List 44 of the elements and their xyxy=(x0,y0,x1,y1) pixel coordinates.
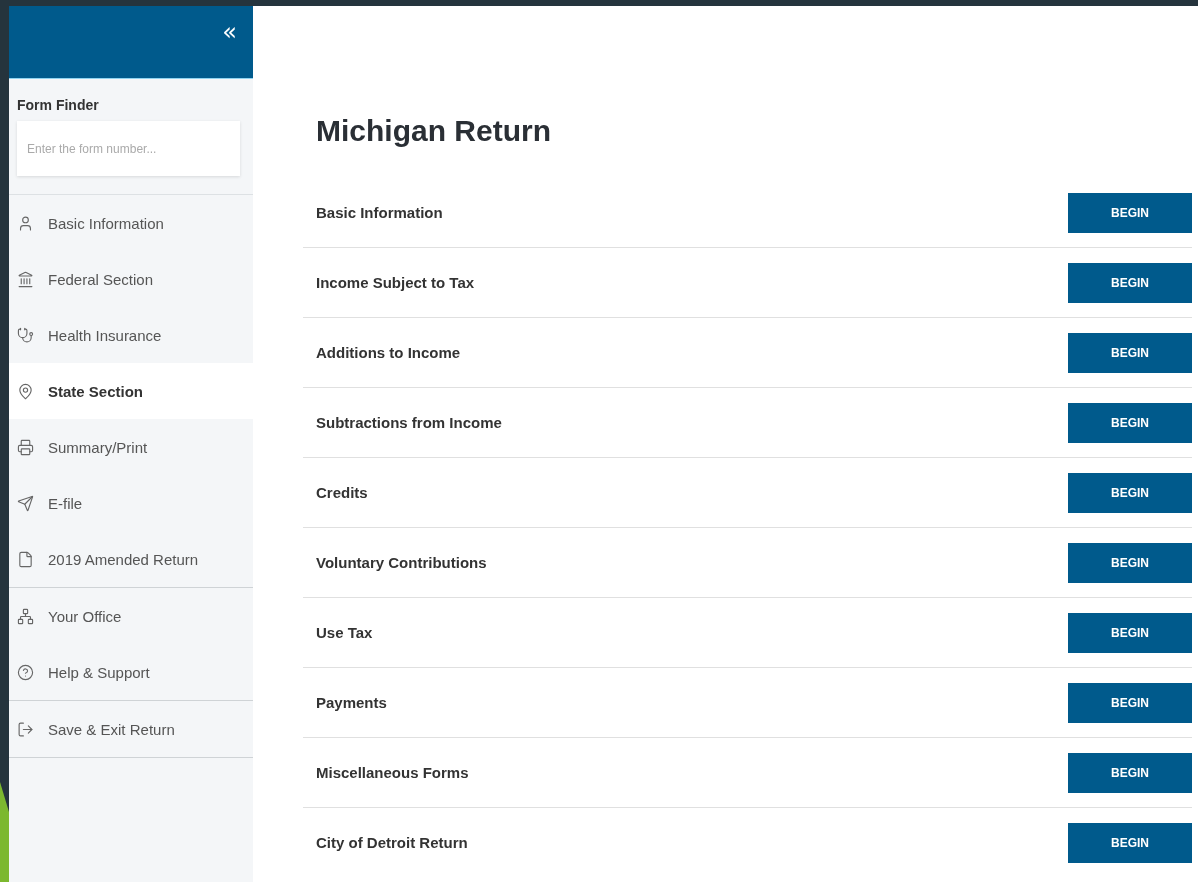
exit-icon xyxy=(17,720,34,738)
section-label: Subtractions from Income xyxy=(316,414,502,431)
section-label: Basic Information xyxy=(316,204,443,221)
paper-plane-icon xyxy=(17,494,34,512)
begin-button[interactable]: BEGIN xyxy=(1068,262,1192,303)
nav-item[interactable]: State Section xyxy=(9,363,253,419)
stethoscope-icon xyxy=(17,326,34,344)
nav-item[interactable]: Health Insurance xyxy=(9,307,253,363)
form-finder-label: Form Finder xyxy=(17,97,100,113)
begin-button[interactable]: BEGIN xyxy=(1068,752,1192,793)
document-icon xyxy=(17,550,34,568)
section-label: Income Subject to Tax xyxy=(316,274,475,291)
help-icon xyxy=(17,663,34,681)
section-label: Additions to Income xyxy=(316,344,461,361)
nav-item[interactable]: Save & Exit Return xyxy=(9,701,253,757)
begin-button[interactable]: BEGIN xyxy=(1068,402,1192,443)
section-label: Use Tax xyxy=(316,624,373,641)
begin-button[interactable]: BEGIN xyxy=(1068,192,1192,233)
begin-button[interactable]: BEGIN xyxy=(1068,332,1192,373)
section-label: Voluntary Contributions xyxy=(316,554,487,571)
printer-icon xyxy=(17,438,34,456)
bank-icon xyxy=(17,270,34,288)
begin-button[interactable]: BEGIN xyxy=(1068,612,1192,653)
nav-item[interactable]: E-file xyxy=(9,475,253,531)
form-search-field[interactable]: Enter the form number... xyxy=(17,121,240,176)
section-label: City of Detroit Return xyxy=(316,834,468,851)
collapse-button[interactable]: « xyxy=(222,20,237,44)
network-icon xyxy=(17,607,34,625)
page-title: Michigan Return xyxy=(316,116,552,146)
pin-icon xyxy=(17,382,34,400)
section-label: Credits xyxy=(316,484,368,501)
nav-item[interactable]: 2019 Amended Return xyxy=(9,531,253,587)
nav-item[interactable]: Summary/Print xyxy=(9,419,253,475)
person-icon xyxy=(17,214,34,232)
nav-item[interactable]: Help & Support xyxy=(9,644,253,700)
begin-button[interactable]: BEGIN xyxy=(1068,682,1192,723)
nav-item[interactable]: Your Office xyxy=(9,588,253,644)
section-label: Miscellaneous Forms xyxy=(316,764,469,781)
section-label: Payments xyxy=(316,694,387,711)
begin-button[interactable]: BEGIN xyxy=(1068,822,1192,863)
nav-item[interactable]: Basic Information xyxy=(9,195,253,251)
begin-button[interactable]: BEGIN xyxy=(1068,472,1192,513)
begin-button[interactable]: BEGIN xyxy=(1068,542,1192,583)
nav-item[interactable]: Federal Section xyxy=(9,251,253,307)
